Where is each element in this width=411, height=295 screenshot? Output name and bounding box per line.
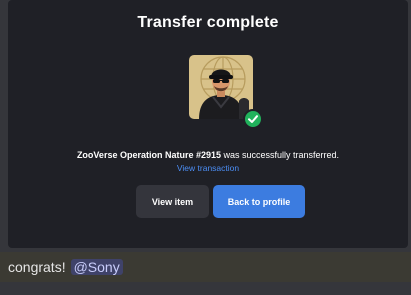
user-mention[interactable]: @Sony [70, 259, 123, 275]
dialog-title: Transfer complete [137, 14, 279, 31]
nft-artwork [189, 55, 253, 119]
message-suffix: was successfully transferred. [221, 150, 340, 160]
nft-thumbnail [189, 55, 253, 119]
chat-message-text: congrats! [8, 259, 66, 275]
transfer-complete-dialog: Transfer complete ZooVerse Operation Nat… [8, 0, 408, 248]
view-item-button[interactable]: View item [136, 185, 209, 218]
transfer-message: ZooVerse Operation Nature #2915 was succ… [8, 150, 408, 160]
back-to-profile-button[interactable]: Back to profile [213, 185, 305, 218]
check-circle-icon [243, 109, 263, 129]
item-name: ZooVerse Operation Nature #2915 [76, 150, 221, 160]
screen: Transfer complete ZooVerse Operation Nat… [0, 0, 411, 295]
chat-message: congrats! @Sony [0, 252, 411, 282]
view-transaction-link[interactable]: View transaction [8, 163, 408, 173]
